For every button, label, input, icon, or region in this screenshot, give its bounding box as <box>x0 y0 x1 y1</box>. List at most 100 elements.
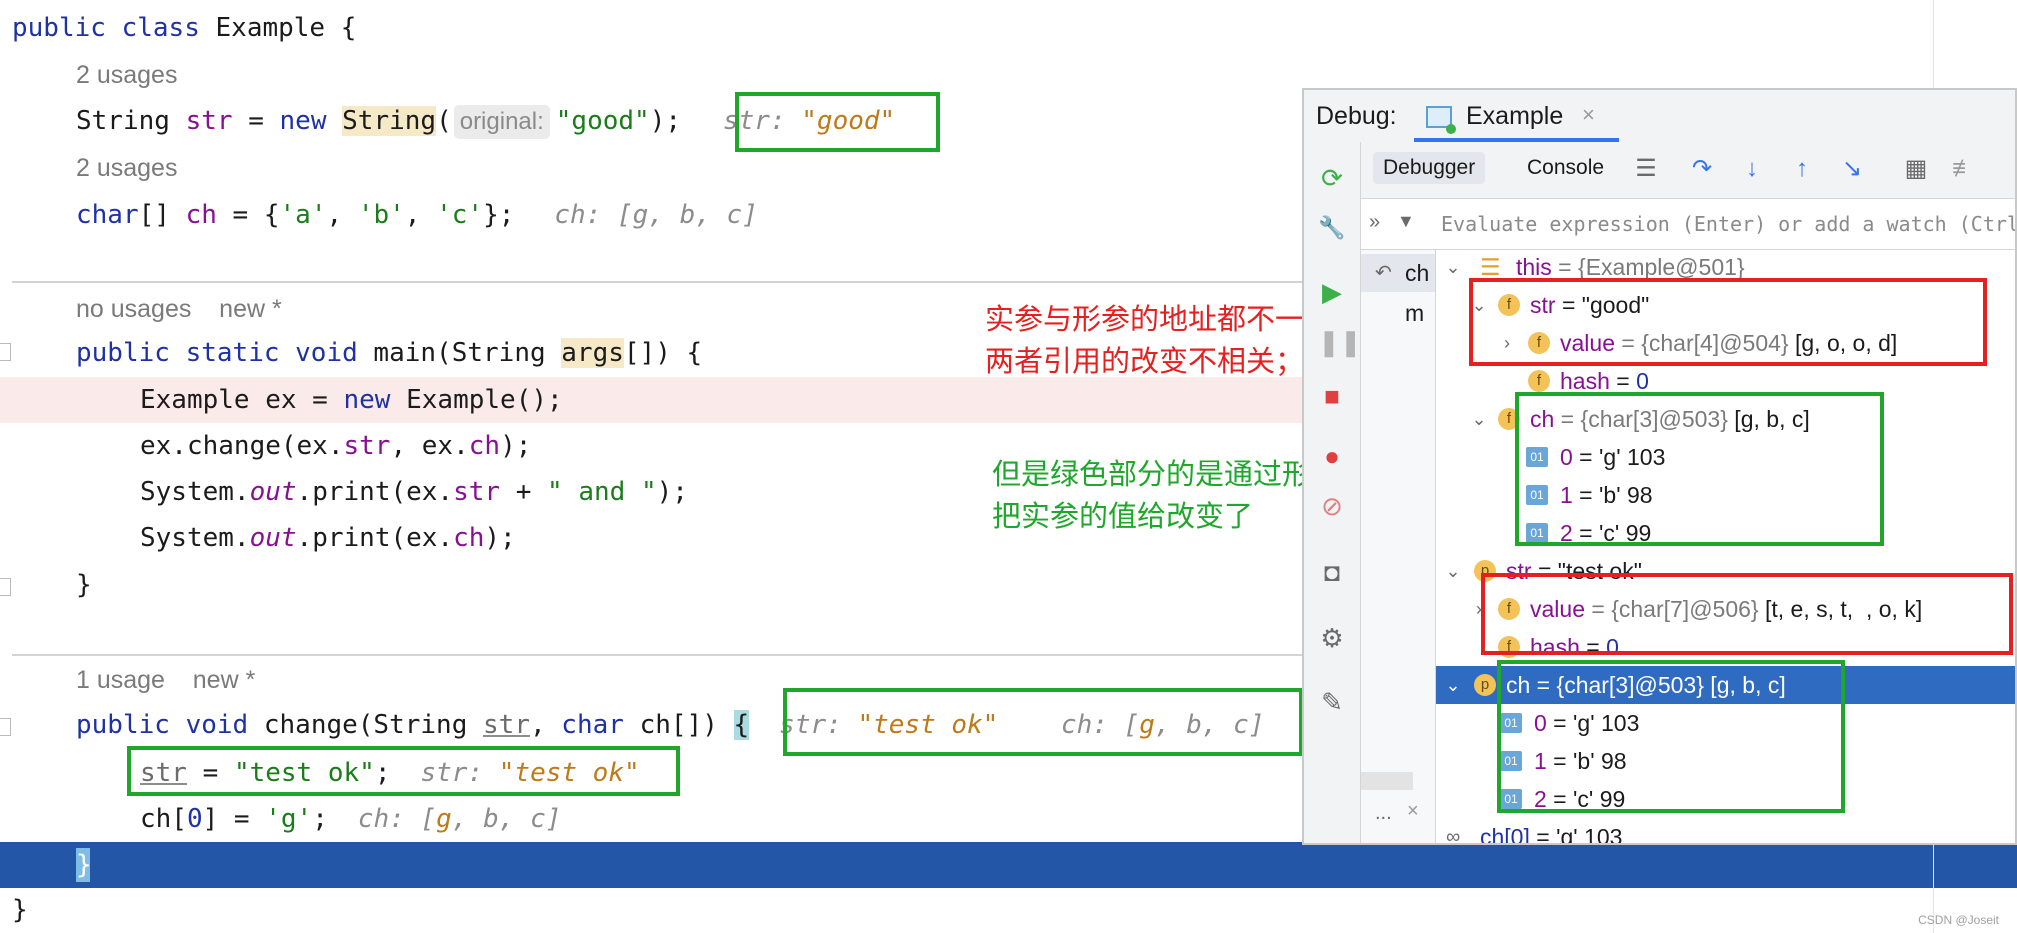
rerun-icon[interactable]: ⟳ <box>1318 164 1346 192</box>
usage-hint[interactable]: 2 usages <box>76 148 177 188</box>
scrollbar[interactable] <box>1361 772 1413 790</box>
tab-console[interactable]: Console <box>1527 156 1604 180</box>
field-name: ch <box>453 523 485 553</box>
frame-item[interactable]: m <box>1361 294 1435 332</box>
evaluate-bar: » ▼ Evaluate expression (Enter) or add a… <box>1361 199 2015 250</box>
table-icon[interactable]: ▦ <box>1903 156 1929 182</box>
code-text: ( <box>436 106 452 136</box>
parameter-name: str <box>483 710 530 740</box>
var-type: = {Example@501} <box>1551 254 1745 280</box>
inline-value: ch: [g, b, c] <box>554 200 758 230</box>
wrench-icon[interactable]: 🔧 <box>1318 214 1346 242</box>
code-text: ; <box>312 804 328 834</box>
pin-icon[interactable]: ✎ <box>1318 688 1346 716</box>
breakpoints-icon[interactable]: ● <box>1318 442 1346 470</box>
code-text: , ex. <box>390 431 469 461</box>
static-field: out <box>249 523 297 553</box>
close-icon[interactable]: × <box>1407 800 1419 823</box>
keyword: void <box>185 710 249 740</box>
close-icon[interactable]: × <box>1582 102 1595 128</box>
stop-icon[interactable]: ■ <box>1318 382 1346 410</box>
evaluate-expression-input[interactable]: Evaluate expression (Enter) or add a wat… <box>1441 199 2015 249</box>
chevron-down-icon[interactable]: ⌄ <box>1444 552 1462 590</box>
method-separator <box>12 654 1302 656</box>
step-into-icon[interactable]: ↓ <box>1739 156 1765 182</box>
code-text: []) { <box>623 338 703 368</box>
type-name: String <box>76 106 170 136</box>
code-text: ex.change(ex. <box>140 431 344 461</box>
chevron-right-icon[interactable]: » <box>1369 211 1380 234</box>
code-line-class-close[interactable]: } <box>0 888 1300 932</box>
green-highlight-box <box>1515 392 1884 546</box>
red-highlight-box <box>1481 573 2013 655</box>
parameter-name: ch <box>623 710 671 740</box>
tab-debugger[interactable]: Debugger <box>1373 152 1486 184</box>
gear-icon[interactable]: ⚙ <box>1318 624 1346 652</box>
var-type: = <box>1609 368 1637 394</box>
execution-point-line <box>0 842 2017 888</box>
code-text: main(String <box>357 338 562 368</box>
pause-icon[interactable]: ❚❚ <box>1318 328 1362 356</box>
usage-count: no usages <box>76 295 192 323</box>
string-literal: " and " <box>547 477 657 507</box>
var-type: = <box>1529 824 1557 845</box>
var-name: this <box>1516 254 1552 280</box>
number-literal: 0 <box>186 804 203 834</box>
chevron-down-icon[interactable]: ⌄ <box>1470 400 1488 438</box>
parameter-icon: p <box>1474 674 1496 696</box>
usage-hint-change[interactable]: 1 usage new * <box>76 660 255 700</box>
var-value: 0 <box>1636 368 1649 394</box>
watermark: CSDN @Joseit <box>1918 913 1999 927</box>
code-text: [] <box>138 200 186 230</box>
usage-hint-main[interactable]: no usages new * <box>76 289 282 329</box>
frame-item[interactable]: ↶ ch <box>1361 254 1435 292</box>
code-line-close-brace[interactable]: } <box>0 563 1300 607</box>
camera-icon[interactable]: ◘ <box>1318 558 1346 586</box>
code-line-new-example[interactable]: Example ex = new Example(); <box>0 378 1300 422</box>
field-name: ch <box>185 200 217 230</box>
usage-hint[interactable]: 2 usages <box>76 55 177 95</box>
method-separator <box>12 281 1302 283</box>
code-line-class-decl[interactable]: public class Example { <box>0 6 1300 50</box>
code-text: , <box>326 200 358 230</box>
code-line-ch-field[interactable]: char[] ch = {'a', 'b', 'c'}; ch: [g, b, c… <box>0 193 1300 237</box>
keyword: class <box>121 13 200 43</box>
chevron-down-icon[interactable]: ⌄ <box>1444 248 1462 286</box>
keyword: public <box>76 710 170 740</box>
mute-breakpoints-icon[interactable]: ⊘ <box>1318 492 1346 520</box>
debug-header: Debug: Example × <box>1304 90 2015 143</box>
field-name: str <box>453 477 501 507</box>
code-text: .print(ex. <box>296 523 454 553</box>
chevron-down-icon[interactable]: ⌄ <box>1444 666 1462 704</box>
tab-example[interactable]: Example × <box>1414 96 1619 142</box>
inline-value-label: ch: [ <box>357 804 437 834</box>
author-hint: new * <box>219 295 282 323</box>
keyword: void <box>295 338 358 368</box>
debug-toolbar: Debugger Console ☰ ↷ ↓ ↑ ↘ ▦ ≢ <box>1361 142 2015 199</box>
watch-glasses-icon: ∞ <box>1446 826 1461 845</box>
inline-value-text: , b, c] <box>451 804 562 834</box>
code-text: = <box>232 106 280 136</box>
step-out-icon[interactable]: ↑ <box>1789 156 1815 182</box>
keyword: char <box>76 200 139 230</box>
menu-icon[interactable]: ☰ <box>1633 156 1659 182</box>
char-literal: 'b' <box>357 200 405 230</box>
code-text: change(String <box>248 710 484 740</box>
execution-point-brace: } <box>76 848 92 882</box>
char-literal: 'c' <box>436 200 484 230</box>
code-line-ch-assign[interactable]: ch[0] = 'g'; ch: [g, b, c] <box>0 797 1300 841</box>
red-highlight-box <box>1469 278 1987 366</box>
resume-icon[interactable]: ▶ <box>1318 278 1346 306</box>
frames-more: ... <box>1375 802 1392 824</box>
code-text: Example ex = <box>140 385 344 415</box>
keyword: new <box>343 385 391 415</box>
code-text: + <box>500 477 548 507</box>
collapse-icon[interactable]: ≢ <box>1951 156 1977 182</box>
constructor-name: String <box>342 106 437 136</box>
chevron-down-icon[interactable]: ▼ <box>1397 211 1415 232</box>
frame-label: ch <box>1405 260 1430 286</box>
var-row-watch[interactable]: ∞ ch[0] = 'g' 103 <box>1436 818 2015 845</box>
run-to-cursor-icon[interactable]: ↘ <box>1839 156 1865 182</box>
step-over-icon[interactable]: ↷ <box>1689 156 1715 182</box>
code-line-str-field[interactable]: String str = new String(original: "good")… <box>0 99 1300 143</box>
